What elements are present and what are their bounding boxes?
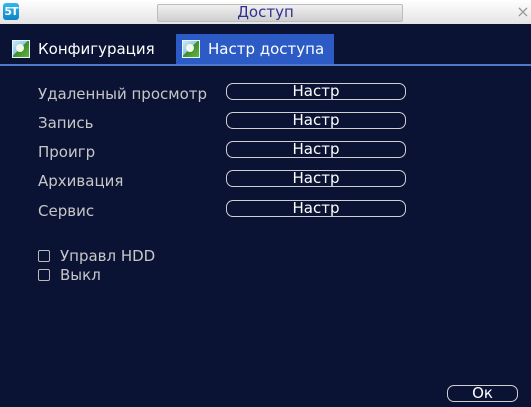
backup-label: Архивация [38,172,124,190]
shutdown-checkbox[interactable]: Выкл [38,266,101,284]
window-title: Доступ [237,3,294,21]
shutdown-label: Выкл [60,266,101,284]
close-button[interactable]: × [516,3,530,21]
checkbox-box[interactable] [38,250,50,262]
landscape-icon [12,40,30,58]
backup-setup-button[interactable]: Настр [226,170,406,187]
access-dialog: 5T Доступ × Конфигурация Настр доступа У… [0,0,531,407]
record-label: Запись [38,114,94,132]
ok-button[interactable]: Ок [447,385,518,402]
checkbox-box[interactable] [38,269,50,281]
service-label: Сервис [38,202,95,220]
remote-view-label: Удаленный просмотр [38,85,207,103]
remote-view-setup-button[interactable]: Настр [226,83,406,100]
service-setup-button[interactable]: Настр [226,200,406,217]
title-bar: 5T Доступ × [0,0,531,24]
tab-access-settings-label: Настр доступа [208,40,325,58]
tab-configuration[interactable]: Конфигурация [6,34,176,64]
playback-setup-button[interactable]: Настр [226,141,406,158]
tab-bar: Конфигурация Настр доступа [0,34,531,66]
hdd-management-checkbox[interactable]: Управл HDD [38,247,155,265]
record-setup-button[interactable]: Настр [226,112,406,129]
tab-configuration-label: Конфигурация [38,40,155,58]
hdd-management-label: Управл HDD [60,247,156,265]
landscape-icon [182,40,200,58]
tab-access-settings[interactable]: Настр доступа [176,34,334,64]
playback-label: Проигр [38,143,96,161]
